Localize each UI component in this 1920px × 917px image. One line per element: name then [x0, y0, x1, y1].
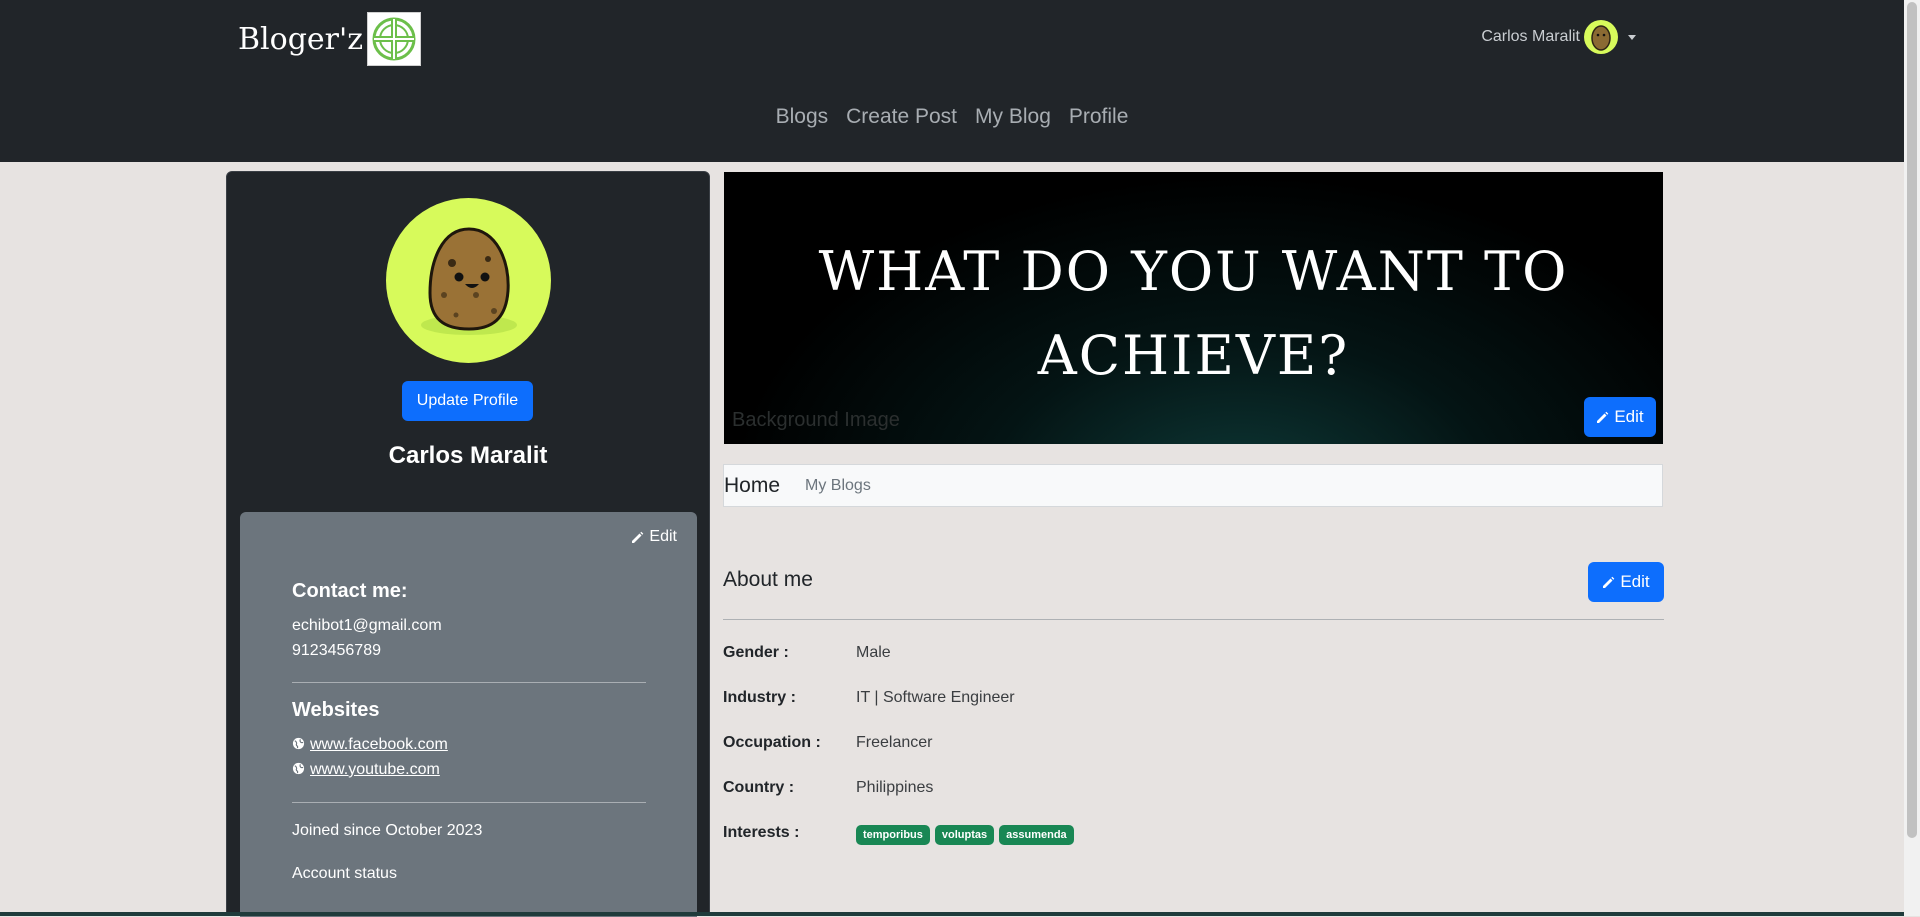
gender-label: Gender :	[723, 644, 789, 661]
banner-alt-text: Background Image	[732, 409, 900, 431]
update-profile-button[interactable]: Update Profile	[402, 381, 533, 421]
industry-value: IT | Software Engineer	[856, 689, 1015, 706]
main-nav: Blogs Create Post My Blog Profile	[0, 105, 1904, 129]
avatar	[1584, 20, 1618, 54]
scrollbar-thumb[interactable]	[1907, 2, 1917, 838]
occupation-value: Freelancer	[856, 734, 933, 751]
brand-name: Bloger'z	[238, 21, 364, 57]
account-status: Account status	[292, 865, 397, 882]
contact-info-panel: Edit Contact me: echibot1@gmail.com 9123…	[240, 512, 697, 917]
banner-edit-button[interactable]: Edit	[1584, 397, 1656, 437]
chevron-down-icon	[1628, 34, 1636, 40]
contact-phone: 9123456789	[292, 642, 381, 659]
banner-headline: WHAT DO YOU WANT TO ACHIEVE?	[724, 230, 1663, 398]
profile-name: Carlos Maralit	[388, 442, 548, 469]
website-item: www.youtube.com	[292, 761, 646, 779]
country-label: Country :	[723, 779, 795, 796]
website-link-facebook[interactable]: www.facebook.com	[310, 736, 448, 753]
websites-heading: Websites	[292, 699, 380, 721]
cover-banner: WHAT DO YOU WANT TO ACHIEVE? Background …	[724, 172, 1663, 444]
banner-line-1: WHAT DO YOU WANT TO	[818, 240, 1569, 303]
divider	[723, 619, 1664, 620]
profile-avatar	[386, 198, 551, 363]
pencil-icon	[1597, 411, 1609, 423]
profile-card: Update Profile Carlos Maralit Edit Conta…	[226, 171, 710, 917]
contact-heading: Contact me:	[292, 580, 408, 602]
contact-email: echibot1@gmail.com	[292, 617, 442, 634]
nav-link-blogs[interactable]: Blogs	[776, 105, 829, 129]
interests-list: temporibus voluptas assumenda	[856, 825, 1074, 845]
top-navbar: Bloger'z Carlos Maralit Blogs Create Pos…	[0, 0, 1904, 162]
pencil-icon	[632, 531, 644, 543]
website-link-youtube[interactable]: www.youtube.com	[310, 761, 440, 778]
brand-logo-icon	[367, 12, 422, 66]
globe-icon	[292, 737, 305, 750]
website-item: www.facebook.com	[292, 736, 646, 754]
page-scrollbar[interactable]	[1904, 0, 1920, 916]
about-edit-button[interactable]: Edit	[1588, 562, 1664, 602]
brand-link[interactable]: Bloger'z	[238, 12, 422, 66]
interests-label: Interests :	[723, 824, 800, 841]
nav-link-my-blog[interactable]: My Blog	[975, 105, 1051, 129]
about-title: About me	[723, 568, 813, 591]
banner-line-2: ACHIEVE?	[1037, 324, 1350, 387]
user-name: Carlos Maralit	[1481, 28, 1580, 45]
joined-date: Joined since October 2023	[292, 822, 483, 839]
profile-tabs: Home My Blogs	[723, 464, 1663, 507]
interest-badge: voluptas	[934, 825, 995, 845]
occupation-label: Occupation :	[723, 734, 821, 751]
bottom-edge	[0, 912, 1904, 916]
interest-badge: temporibus	[856, 825, 930, 845]
industry-label: Industry :	[723, 689, 796, 706]
tab-my-blogs[interactable]: My Blogs	[805, 477, 871, 495]
about-edit-label: Edit	[1620, 572, 1650, 591]
banner-edit-label: Edit	[1614, 407, 1644, 426]
nav-link-create-post[interactable]: Create Post	[846, 105, 957, 129]
user-dropdown[interactable]: Carlos Maralit	[1481, 20, 1636, 54]
tab-home[interactable]: Home	[724, 474, 780, 498]
globe-icon	[292, 762, 305, 775]
nav-link-profile[interactable]: Profile	[1069, 105, 1129, 129]
interest-badge: assumenda	[999, 825, 1074, 845]
country-value: Philippines	[856, 779, 934, 796]
divider	[292, 682, 646, 683]
divider	[292, 802, 646, 803]
contact-edit-label: Edit	[649, 528, 677, 545]
pencil-icon	[1603, 576, 1615, 588]
gender-value: Male	[856, 644, 891, 661]
contact-edit-button[interactable]: Edit	[631, 528, 677, 546]
